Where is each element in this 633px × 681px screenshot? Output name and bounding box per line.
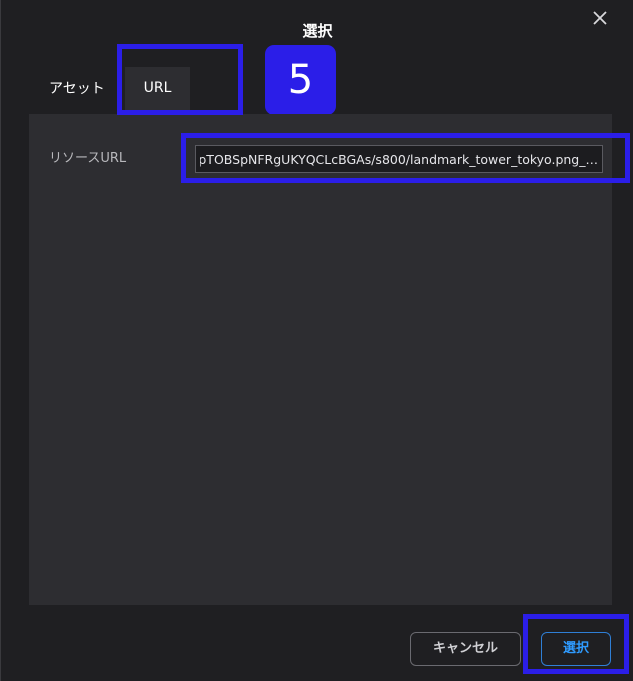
select-button[interactable]: 選択	[541, 632, 611, 666]
close-button[interactable]	[589, 7, 611, 29]
tab-asset[interactable]: アセット	[49, 78, 105, 100]
url-panel	[29, 114, 612, 605]
resource-url-input[interactable]	[195, 145, 603, 173]
step-badge: 5	[265, 45, 336, 115]
select-dialog: 選択 アセット URL 5 リソースURL キャンセル 選択	[0, 0, 633, 681]
dialog-title: 選択	[302, 22, 333, 40]
close-icon	[589, 7, 611, 29]
cancel-button[interactable]: キャンセル	[410, 632, 521, 666]
resource-url-label: リソースURL	[49, 151, 127, 166]
tab-url[interactable]: URL	[125, 67, 190, 110]
